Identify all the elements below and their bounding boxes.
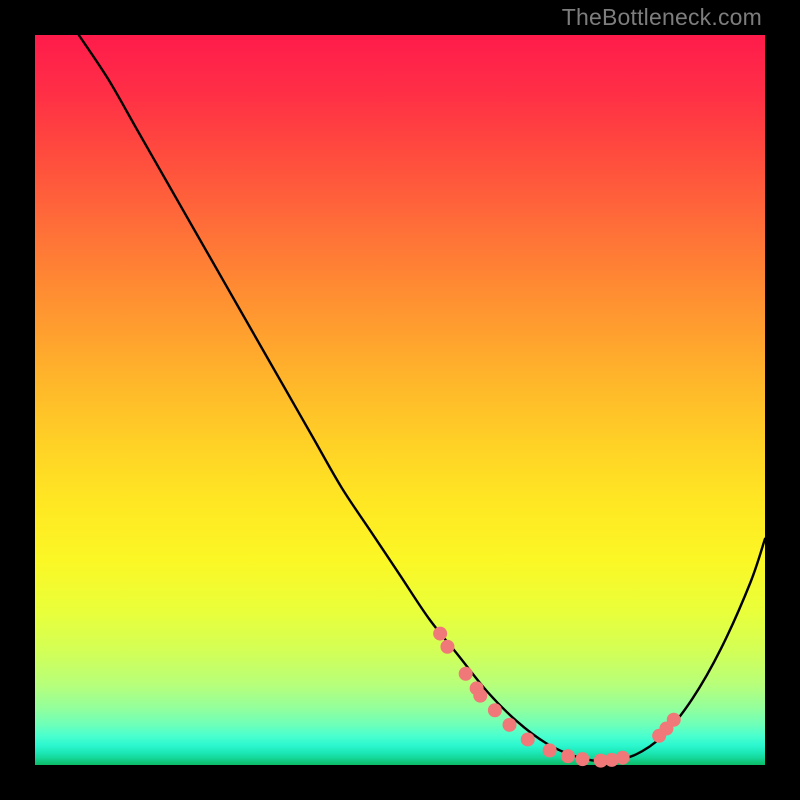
data-point (521, 732, 535, 746)
data-point (616, 751, 630, 765)
data-point (561, 749, 575, 763)
chart-svg (35, 35, 765, 765)
data-point (503, 718, 517, 732)
data-point (576, 752, 590, 766)
plot-area (35, 35, 765, 765)
data-point (459, 667, 473, 681)
data-point (433, 627, 447, 641)
data-point (488, 703, 502, 717)
watermark-label: TheBottleneck.com (562, 4, 762, 31)
bottleneck-curve (79, 35, 765, 761)
highlighted-points (433, 627, 681, 768)
data-point (473, 689, 487, 703)
data-point (543, 743, 557, 757)
chart-frame: TheBottleneck.com (0, 0, 800, 800)
data-point (440, 640, 454, 654)
data-point (667, 713, 681, 727)
